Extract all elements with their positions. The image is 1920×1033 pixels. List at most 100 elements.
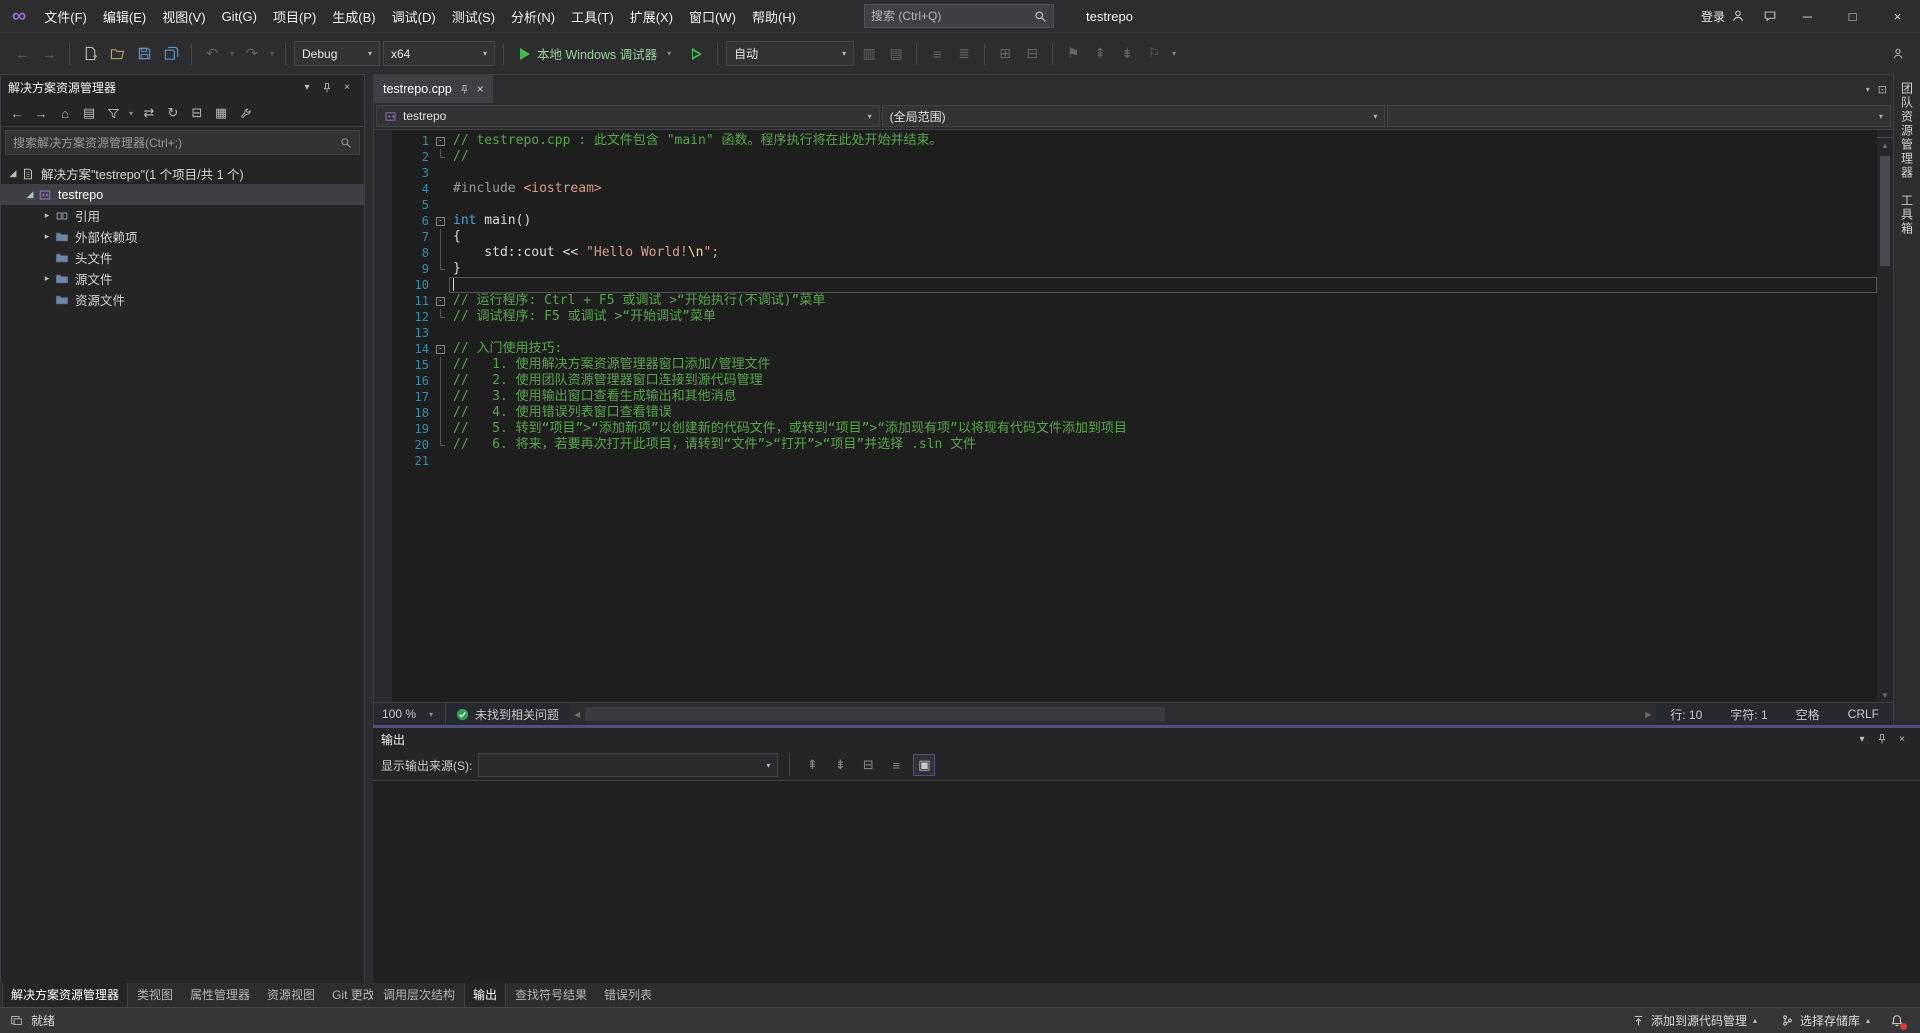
start-without-debugging-icon[interactable]: [685, 42, 709, 66]
code-line[interactable]: 1-// testrepo.cpp : 此文件包含 "main" 函数。程序执行…: [392, 133, 1877, 149]
code-line[interactable]: 18// 4. 使用错误列表窗口查看错误: [392, 405, 1877, 421]
side-tab[interactable]: 工具箱: [1899, 194, 1916, 236]
pin-icon[interactable]: [459, 84, 470, 95]
chevron-expanded-icon[interactable]: ◢: [22, 189, 38, 200]
code-line[interactable]: 15// 1. 使用解决方案资源管理器窗口添加/管理文件: [392, 357, 1877, 373]
close-document-icon[interactable]: ×: [477, 82, 484, 96]
vertical-scrollbar[interactable]: ▲ ▼: [1877, 130, 1893, 702]
breakpoint-margin[interactable]: [374, 130, 392, 702]
switch-views-icon[interactable]: ▤: [78, 102, 100, 124]
select-repository-button[interactable]: 选择存储库 ▴: [1771, 1008, 1880, 1033]
spaces-indicator[interactable]: 空格: [1782, 706, 1834, 723]
window-menu-icon[interactable]: ▾: [297, 79, 317, 97]
dock-tab[interactable]: 调用层次结构: [375, 983, 463, 1007]
redo-dropdown-icon[interactable]: ▾: [267, 49, 277, 58]
chevron-expanded-icon[interactable]: ◢: [5, 168, 21, 179]
next-message-icon[interactable]: ⇟: [829, 754, 851, 776]
code-line[interactable]: 11-// 运行程序: Ctrl + F5 或调试 >“开始执行(不调试)”菜单: [392, 293, 1877, 309]
code-line[interactable]: 13: [392, 325, 1877, 341]
quick-search-box[interactable]: [864, 4, 1054, 28]
live-share-icon[interactable]: [1886, 42, 1910, 66]
code-line[interactable]: 7{: [392, 229, 1877, 245]
menu-item[interactable]: 编辑(E): [95, 0, 154, 32]
comment-icon[interactable]: ⊞: [993, 42, 1017, 66]
tree-item[interactable]: 资源文件: [1, 289, 364, 310]
fold-collapse-icon[interactable]: -: [436, 137, 445, 146]
indent-increase-icon[interactable]: ≣: [952, 42, 976, 66]
solution-platform-dropdown[interactable]: x64▾: [383, 41, 495, 66]
attach-target-dropdown[interactable]: 自动▾: [726, 41, 854, 66]
open-file-icon[interactable]: [105, 42, 129, 66]
code-line[interactable]: 8 std::cout << "Hello World!\n";: [392, 245, 1877, 261]
side-tab[interactable]: 团队资源管理器: [1899, 82, 1916, 180]
tree-item[interactable]: ▸源文件: [1, 268, 364, 289]
filter-icon[interactable]: [102, 102, 124, 124]
horizontal-scrollbar[interactable]: ◀ ▶: [569, 703, 1656, 725]
menu-item[interactable]: 调试(D): [384, 0, 444, 32]
toolbar-overflow-icon[interactable]: ▾: [1169, 49, 1179, 58]
dock-tab[interactable]: 资源视图: [259, 983, 323, 1007]
menu-item[interactable]: 分析(N): [503, 0, 563, 32]
member-dropdown[interactable]: ▾: [1387, 105, 1891, 127]
dock-tab[interactable]: 解决方案资源管理器: [2, 983, 128, 1008]
menu-item[interactable]: 测试(S): [444, 0, 503, 32]
dock-tab[interactable]: 属性管理器: [182, 983, 258, 1007]
debug-target-dropdown-icon[interactable]: ▾: [664, 49, 674, 58]
code-editor[interactable]: 1-// testrepo.cpp : 此文件包含 "main" 函数。程序执行…: [374, 130, 1893, 702]
code-line[interactable]: 5: [392, 197, 1877, 213]
navigate-back-icon[interactable]: ←: [10, 42, 34, 66]
tab-list-dropdown-icon[interactable]: ▾: [1866, 85, 1870, 94]
tree-item[interactable]: ◢testrepo: [1, 184, 364, 205]
scroll-up-icon[interactable]: ▲: [1881, 138, 1889, 152]
word-wrap-icon[interactable]: ≡: [885, 754, 907, 776]
filter-dropdown-icon[interactable]: ▾: [126, 109, 136, 118]
hot-reload-icon[interactable]: ▤: [884, 42, 908, 66]
show-all-files-icon[interactable]: ▦: [210, 102, 232, 124]
menu-item[interactable]: 帮助(H): [744, 0, 804, 32]
bookmark-icon[interactable]: ⚑: [1061, 42, 1085, 66]
chevron-collapsed-icon[interactable]: ▸: [39, 231, 55, 242]
menu-item[interactable]: 文件(F): [36, 0, 95, 32]
clear-all-icon[interactable]: ⊟: [857, 754, 879, 776]
previous-bookmark-icon[interactable]: ⇞: [1088, 42, 1112, 66]
undo-dropdown-icon[interactable]: ▾: [227, 49, 237, 58]
pin-icon[interactable]: [1872, 730, 1892, 748]
solution-search-box[interactable]: [5, 130, 360, 155]
home-icon[interactable]: ⌂: [54, 102, 76, 124]
project-dropdown[interactable]: testrepo▾: [376, 105, 880, 127]
sign-in-button[interactable]: 登录: [1701, 8, 1745, 25]
menu-item[interactable]: 工具(T): [563, 0, 622, 32]
document-health-indicator[interactable]: 未找到相关问题: [446, 706, 569, 723]
scope-dropdown[interactable]: (全局范围)▾: [882, 105, 1386, 127]
search-input[interactable]: [871, 9, 1034, 23]
code-line[interactable]: 21: [392, 453, 1877, 469]
previous-message-icon[interactable]: ⇞: [801, 754, 823, 776]
uncomment-icon[interactable]: ⊟: [1020, 42, 1044, 66]
line-indicator[interactable]: 行: 10: [1656, 706, 1716, 723]
code-line[interactable]: 2//: [392, 149, 1877, 165]
code-line[interactable]: 14-// 入门使用技巧:: [392, 341, 1877, 357]
code-line[interactable]: 6-int main(): [392, 213, 1877, 229]
window-menu-icon[interactable]: ▾: [1852, 730, 1872, 748]
code-line[interactable]: 20// 6. 将来，若要再次打开此项目，请转到“文件”>“打开”>“项目”并选…: [392, 437, 1877, 453]
scrollbar-thumb[interactable]: [1880, 156, 1890, 266]
close-icon[interactable]: ×: [1892, 730, 1912, 748]
menu-item[interactable]: 扩展(X): [622, 0, 681, 32]
eol-indicator[interactable]: CRLF: [1834, 707, 1893, 721]
menu-item[interactable]: 视图(V): [154, 0, 213, 32]
se-back-icon[interactable]: ←: [6, 102, 28, 124]
output-content[interactable]: [373, 780, 1920, 983]
attach-to-process-icon[interactable]: ▥: [857, 42, 881, 66]
add-to-source-control-button[interactable]: 添加到源代码管理 ▴: [1622, 1008, 1767, 1033]
tree-item[interactable]: ▸外部依赖项: [1, 226, 364, 247]
code-line[interactable]: 9}: [392, 261, 1877, 277]
fold-collapse-icon[interactable]: -: [436, 345, 445, 354]
solution-configuration-dropdown[interactable]: Debug▾: [294, 41, 380, 66]
output-source-dropdown[interactable]: ▾: [478, 753, 778, 777]
properties-icon[interactable]: [234, 102, 256, 124]
redo-icon[interactable]: ↷: [240, 42, 264, 66]
refresh-icon[interactable]: ↻: [162, 102, 184, 124]
scroll-down-icon[interactable]: ▼: [1881, 688, 1889, 702]
h-scrollbar-thumb[interactable]: [585, 707, 1165, 721]
maximize-button[interactable]: □: [1830, 0, 1875, 32]
